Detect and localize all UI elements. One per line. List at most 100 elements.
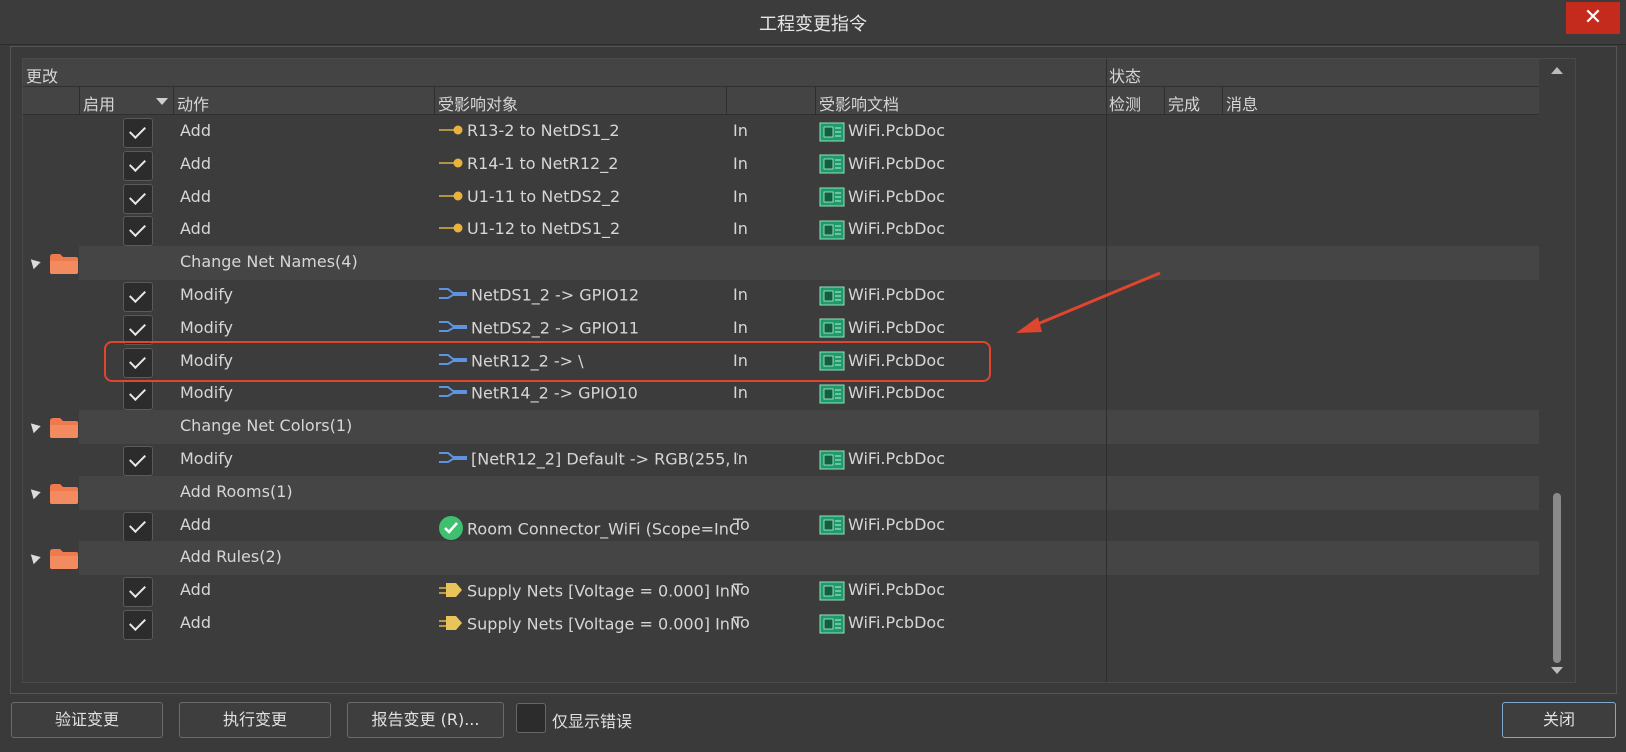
action-cell: Add	[180, 613, 211, 632]
net-wave-icon	[438, 383, 468, 405]
change-row[interactable]: Add Room Connector_WiFi (Scope=InCo To WiFi…	[23, 509, 1575, 543]
relation-cell: In	[733, 285, 748, 304]
document-text: WiFi.PcbDoc	[848, 219, 945, 239]
action-cell: Add	[180, 121, 211, 140]
group-row[interactable]: Add Rules(2)	[23, 541, 1575, 576]
enable-checkbox[interactable]	[123, 118, 153, 148]
target-text: Room Connector_WiFi (Scope=InCo	[467, 519, 738, 539]
sort-desc-icon[interactable]	[156, 98, 168, 105]
document-cell: WiFi.PcbDoc	[819, 613, 945, 634]
target-cell: R13-2 to NetDS1_2	[438, 121, 738, 141]
only-errors-checkbox[interactable]	[516, 703, 546, 733]
change-row[interactable]: Add Supply Nets [Voltage = 0.000] InNe To W…	[23, 607, 1575, 641]
net-node-icon	[438, 155, 464, 174]
enable-checkbox[interactable]	[123, 183, 153, 214]
group-row[interactable]: Change Net Colors(1)	[23, 410, 1575, 445]
document-text: WiFi.PcbDoc	[848, 514, 945, 534]
header-group-row: 更改 状态	[23, 59, 1575, 87]
vertical-scrollbar[interactable]	[1539, 59, 1575, 682]
header-target[interactable]: 受影响对象	[438, 91, 518, 115]
annotation-arrow-icon	[1016, 271, 1161, 333]
action-cell: Add	[180, 186, 211, 206]
document-cell: WiFi.PcbDoc	[819, 154, 945, 175]
target-text: R14-1 to NetR12_2	[467, 153, 619, 173]
close-button[interactable]: 关闭	[1502, 702, 1616, 738]
document-text: WiFi.PcbDoc	[848, 186, 945, 206]
document-cell: WiFi.PcbDoc	[819, 318, 945, 339]
pcb-document-icon	[819, 154, 848, 174]
enable-checkbox[interactable]	[123, 610, 153, 640]
document-cell: WiFi.PcbDoc	[819, 121, 945, 142]
title-bar: 工程变更指令 ✕	[0, 0, 1626, 45]
group-name: Change Net Names(4)	[180, 252, 358, 272]
pcb-document-icon	[819, 121, 848, 141]
group-name: Change Net Colors(1)	[180, 416, 353, 436]
pcb-document-icon	[819, 613, 848, 633]
document-text: WiFi.PcbDoc	[848, 317, 945, 337]
header-doc[interactable]: 受影响文档	[819, 91, 899, 115]
enable-checkbox[interactable]	[123, 150, 153, 181]
target-cell: U1-12 to NetDS1_2	[438, 219, 738, 239]
document-cell: WiFi.PcbDoc	[819, 187, 945, 208]
net-wave-icon	[438, 285, 468, 307]
change-row[interactable]: Modify NetDS1_2 -> GPIO12 In WiFi.PcbDoc	[23, 279, 1575, 313]
enable-checkbox[interactable]	[123, 216, 153, 247]
enable-checkbox[interactable]	[123, 446, 153, 476]
header-done[interactable]: 完成	[1168, 91, 1200, 115]
scroll-thumb[interactable]	[1553, 493, 1561, 663]
document-cell: WiFi.PcbDoc	[819, 285, 945, 306]
change-row[interactable]: Modify [NetR12_2] Default -> RGB(255, 110…	[23, 443, 1575, 477]
change-row[interactable]: Add U1-11 to NetDS2_2 In WiFi.PcbDoc	[23, 181, 1575, 215]
action-cell: Add	[180, 219, 211, 239]
document-cell: WiFi.PcbDoc	[819, 580, 945, 601]
action-cell: Modify	[180, 383, 234, 403]
header-check[interactable]: 检测	[1109, 91, 1141, 115]
change-row[interactable]: Add U1-12 to NetDS1_2 In WiFi.PcbDoc	[23, 213, 1575, 247]
action-cell: Add	[180, 514, 211, 534]
scroll-down-icon[interactable]	[1551, 667, 1563, 674]
target-text: [NetR12_2] Default -> RGB(255, 110	[471, 449, 738, 469]
net-node-icon	[438, 220, 464, 239]
scroll-up-icon[interactable]	[1551, 67, 1563, 74]
action-cell: Modify	[180, 285, 234, 304]
report-changes-button[interactable]: 报告变更 (R)...	[347, 702, 504, 738]
relation-cell: In	[733, 153, 748, 173]
net-node-icon	[438, 188, 464, 207]
change-row[interactable]: Add R14-1 to NetR12_2 In WiFi.PcbDoc	[23, 148, 1575, 182]
enable-checkbox[interactable]	[123, 511, 153, 542]
target-cell: U1-11 to NetDS2_2	[438, 187, 738, 207]
pcb-document-icon	[819, 219, 848, 240]
document-text: WiFi.PcbDoc	[848, 285, 945, 304]
room-check-icon	[438, 515, 464, 545]
action-cell: Add	[180, 153, 211, 173]
change-row[interactable]: Add R13-2 to NetDS1_2 In WiFi.PcbDoc	[23, 115, 1575, 149]
document-text: WiFi.PcbDoc	[848, 449, 945, 468]
validate-changes-button[interactable]: 验证变更	[11, 702, 163, 738]
header-action[interactable]: 动作	[177, 91, 209, 115]
relation-cell: To	[733, 613, 750, 632]
target-cell: NetDS1_2 -> GPIO12	[438, 285, 738, 307]
target-cell: [NetR12_2] Default -> RGB(255, 110	[438, 449, 738, 471]
change-row[interactable]: Modify NetR14_2 -> GPIO10 In WiFi.PcbDoc	[23, 377, 1575, 411]
change-row[interactable]: Add Supply Nets [Voltage = 0.000] InNe To W…	[23, 574, 1575, 608]
target-cell: R14-1 to NetR12_2	[438, 154, 738, 174]
target-text: R13-2 to NetDS1_2	[467, 121, 620, 140]
header-message[interactable]: 消息	[1226, 91, 1258, 115]
execute-changes-button[interactable]: 执行变更	[179, 702, 331, 738]
pcb-document-icon	[819, 449, 848, 469]
group-name: Add Rules(2)	[180, 547, 282, 567]
relation-cell: In	[733, 317, 748, 337]
document-cell: WiFi.PcbDoc	[819, 383, 945, 404]
relation-cell: In	[733, 121, 748, 140]
header-enable[interactable]: 启用	[83, 91, 115, 115]
close-window-button[interactable]: ✕	[1566, 2, 1620, 34]
enable-checkbox[interactable]	[123, 282, 153, 312]
target-cell: Supply Nets [Voltage = 0.000] InNe	[438, 580, 738, 604]
enable-checkbox[interactable]	[123, 380, 153, 411]
group-row[interactable]: Change Net Names(4)	[23, 246, 1575, 281]
target-cell: NetR14_2 -> GPIO10	[438, 383, 738, 405]
group-row[interactable]: Add Rooms(1)	[23, 475, 1575, 510]
action-cell: Add	[180, 580, 211, 600]
enable-checkbox[interactable]	[123, 577, 153, 608]
pcb-document-icon	[819, 318, 848, 338]
